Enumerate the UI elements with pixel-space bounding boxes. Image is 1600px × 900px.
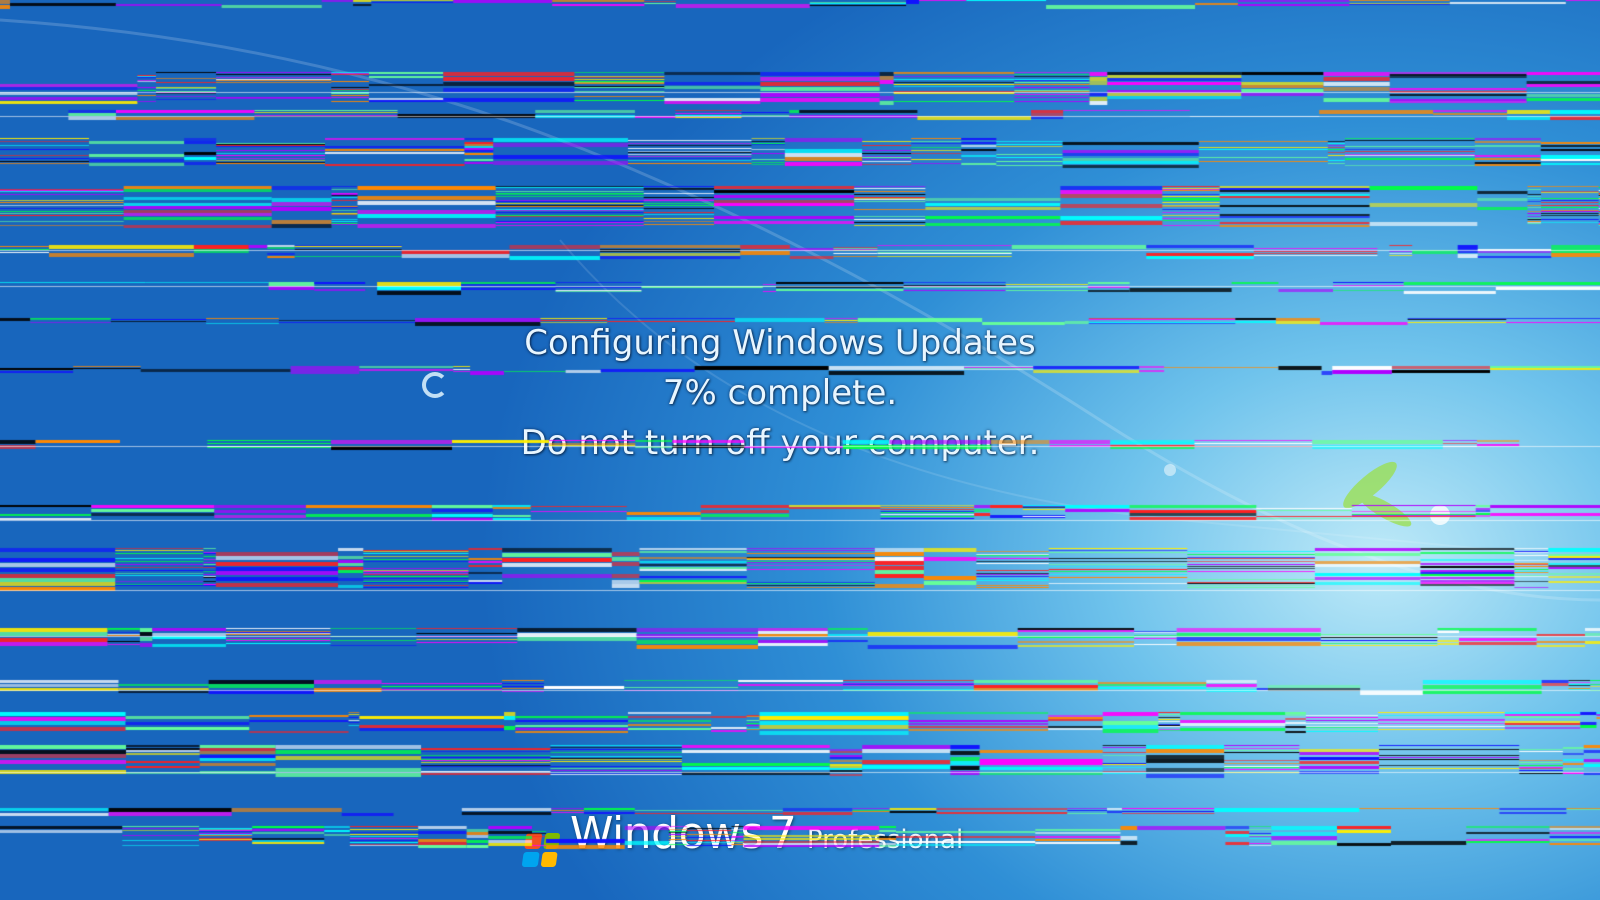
progress-text: 7% complete. xyxy=(662,373,898,413)
status-title: Configuring Windows Updates xyxy=(524,323,1036,363)
warning-text: Do not turn off your computer. xyxy=(520,423,1040,463)
product-version: 7 xyxy=(768,808,797,859)
update-status: Configuring Windows Updates 7% complete.… xyxy=(0,318,1560,468)
product-name: Windows xyxy=(570,808,763,859)
windows-branding: Windows 7 Professional xyxy=(521,808,964,867)
windows-flag-icon xyxy=(521,832,561,867)
product-edition: Professional xyxy=(806,825,964,855)
